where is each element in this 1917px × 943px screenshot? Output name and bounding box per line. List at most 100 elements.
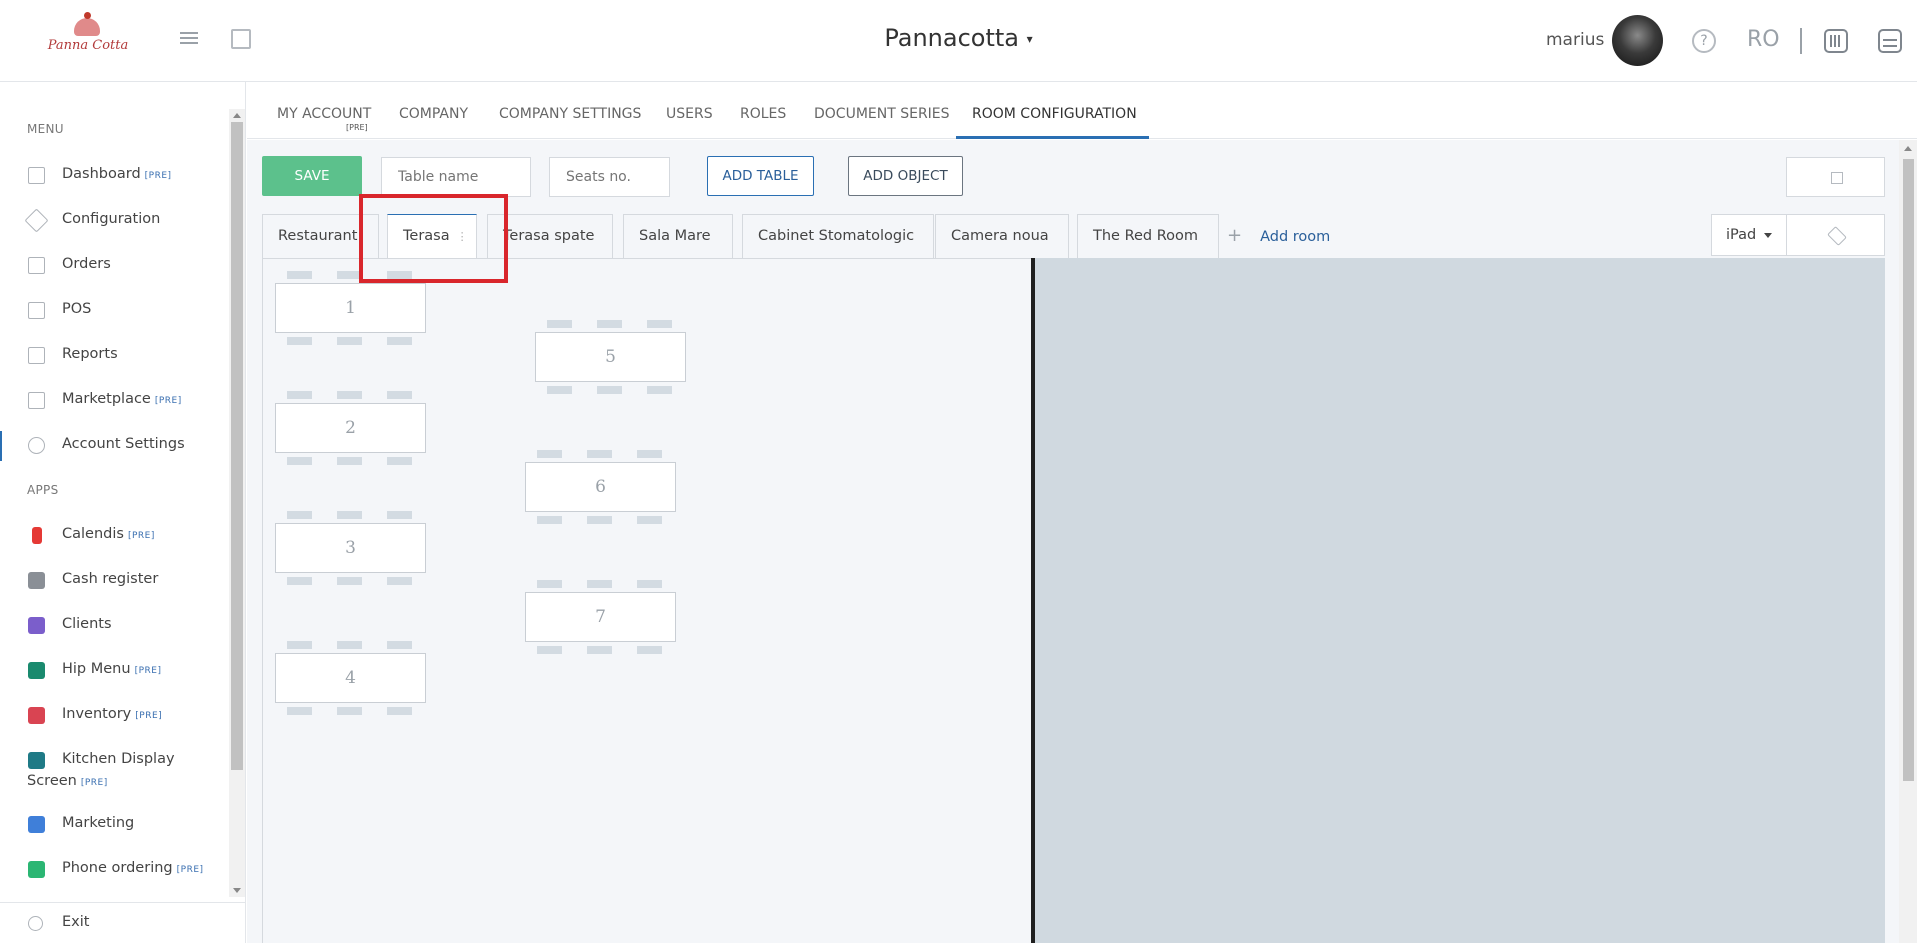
kitchen-display-icon <box>28 752 45 769</box>
chair <box>637 450 662 458</box>
sidebar-item-reports[interactable]: Reports <box>0 341 228 371</box>
company-name[interactable]: Pannacotta <box>884 24 1019 52</box>
drag-handle-icon[interactable]: ⋮ <box>457 216 468 258</box>
clients-icon <box>28 617 45 634</box>
sidebar-item-marketplace[interactable]: Marketplace [PRE] <box>0 386 228 416</box>
floor-table-5[interactable]: 5 <box>535 332 686 382</box>
sidebar-item-marketing[interactable]: Marketing <box>0 810 228 840</box>
chair <box>337 271 362 279</box>
device-selector[interactable]: iPad <box>1711 214 1787 256</box>
tab-users[interactable]: USERS <box>666 106 713 122</box>
room-tab-cabinet-stomatologic[interactable]: Cabinet Stomatologic <box>742 214 934 258</box>
chair <box>387 511 412 519</box>
tag-icon <box>24 208 49 233</box>
add-table-button[interactable]: ADD TABLE <box>707 156 814 196</box>
sidebar-item-dashboard[interactable]: Dashboard [PRE] <box>0 161 228 191</box>
remote-connect-icon[interactable] <box>1878 29 1902 53</box>
tab-roles[interactable]: ROLES <box>740 106 786 122</box>
chevron-down-icon[interactable]: ▾ <box>1027 32 1033 46</box>
avatar[interactable] <box>1612 15 1663 66</box>
fullscreen-icon[interactable] <box>231 29 251 49</box>
company-logo[interactable]: Panna Cotta <box>44 12 132 62</box>
scroll-thumb[interactable] <box>1903 159 1914 781</box>
chair <box>287 391 312 399</box>
seats-input[interactable] <box>549 157 670 197</box>
sidebar-item-account-settings[interactable]: Account Settings <box>0 431 228 461</box>
sidebar-item-hip-menu[interactable]: Hip Menu [PRE] <box>0 656 228 686</box>
tab-company[interactable]: COMPANY <box>399 106 468 122</box>
tab-company-settings[interactable]: COMPANY SETTINGS <box>499 106 641 122</box>
add-object-button[interactable]: ADD OBJECT <box>848 156 963 196</box>
add-room-button[interactable]: + Add room <box>1227 225 1330 246</box>
exit-button[interactable]: Exit <box>0 902 246 943</box>
floor-table-6[interactable]: 6 <box>525 462 676 512</box>
room-tab-restaurant[interactable]: Restaurant <box>262 214 379 258</box>
tab-document-series[interactable]: DOCUMENT SERIES <box>814 106 950 122</box>
chair <box>337 707 362 715</box>
sidebar-item-label-line2: Screen <box>27 773 77 789</box>
save-button[interactable]: SAVE <box>262 156 362 196</box>
add-room-label: Add room <box>1260 229 1331 245</box>
resize-canvas-button[interactable] <box>1786 157 1885 197</box>
sidebar-item-orders[interactable]: Orders <box>0 251 228 281</box>
table-name-input[interactable] <box>381 157 531 197</box>
sidebar-scrollbar[interactable] <box>229 109 245 897</box>
phone-ordering-icon <box>28 861 45 878</box>
chair <box>597 386 622 394</box>
keyboard-icon[interactable] <box>1824 29 1848 53</box>
scroll-up-icon[interactable] <box>1904 146 1912 151</box>
rotate-device-button[interactable] <box>1786 214 1885 256</box>
chair <box>537 516 562 524</box>
user-name[interactable]: marius <box>1546 30 1604 50</box>
sidebar-item-cash-register[interactable]: Cash register <box>0 566 228 596</box>
cart-icon <box>28 392 45 409</box>
language-selector[interactable]: RO <box>1747 27 1780 52</box>
floor-table-4[interactable]: 4 <box>275 653 426 703</box>
chair <box>287 707 312 715</box>
tab-label: MY ACCOUNT <box>277 106 372 122</box>
chair <box>337 511 362 519</box>
scroll-up-icon[interactable] <box>233 113 241 118</box>
room-tab-camera-noua[interactable]: Camera noua <box>935 214 1069 258</box>
chair <box>337 391 362 399</box>
sidebar-item-label: Phone ordering <box>62 860 173 876</box>
sidebar-item-calendis[interactable]: Calendis [PRE] <box>0 521 228 551</box>
sidebar-item-clients[interactable]: Clients <box>0 611 228 641</box>
sidebar-item-inventory[interactable]: Inventory [PRE] <box>0 701 228 731</box>
orders-icon <box>28 257 45 274</box>
chair <box>337 577 362 585</box>
page-scrollbar[interactable] <box>1899 140 1917 943</box>
sidebar-item-label: Marketplace <box>62 391 151 407</box>
hamburger-menu-icon[interactable] <box>180 29 202 51</box>
room-tab-the-red-room[interactable]: The Red Room <box>1077 214 1219 258</box>
floor-table-1[interactable]: 1 <box>275 283 426 333</box>
sidebar-item-kitchen-display[interactable]: Kitchen Display Screen [PRE] <box>0 746 228 796</box>
sidebar-item-pos[interactable]: POS <box>0 296 228 326</box>
sidebar-item-configuration[interactable]: Configuration <box>0 206 228 236</box>
room-tab-terasa[interactable]: Terasa ⋮ <box>387 214 477 258</box>
chair <box>547 386 572 394</box>
pre-badge: [PRE] <box>127 531 155 541</box>
room-tab-label: Terasa <box>403 228 450 244</box>
chair <box>387 577 412 585</box>
scroll-thumb[interactable] <box>231 122 243 770</box>
room-tab-sala-mare[interactable]: Sala Mare <box>623 214 733 258</box>
floor-table-7[interactable]: 7 <box>525 592 676 642</box>
tab-my-account[interactable]: MY ACCOUNT [PRE] <box>277 106 372 132</box>
floor-table-2[interactable]: 2 <box>275 403 426 453</box>
chair <box>547 320 572 328</box>
sidebar-item-label: Marketing <box>62 815 135 831</box>
apps-heading: APPS <box>27 483 59 497</box>
chair <box>287 337 312 345</box>
sidebar-item-phone-ordering[interactable]: Phone ordering [PRE] <box>0 855 228 885</box>
pre-badge: [PRE] <box>154 396 182 406</box>
room-tab-terasa-spate[interactable]: Terasa spate <box>487 214 613 258</box>
active-tab-indicator <box>956 136 1149 139</box>
floor-table-3[interactable]: 3 <box>275 523 426 573</box>
settings-tabs: MY ACCOUNT [PRE] COMPANY COMPANY SETTING… <box>247 82 1917 139</box>
scroll-down-icon[interactable] <box>233 888 241 893</box>
tab-room-configuration[interactable]: ROOM CONFIGURATION <box>972 106 1137 122</box>
chair <box>337 457 362 465</box>
chair <box>597 320 622 328</box>
help-icon[interactable]: ? <box>1692 29 1716 53</box>
